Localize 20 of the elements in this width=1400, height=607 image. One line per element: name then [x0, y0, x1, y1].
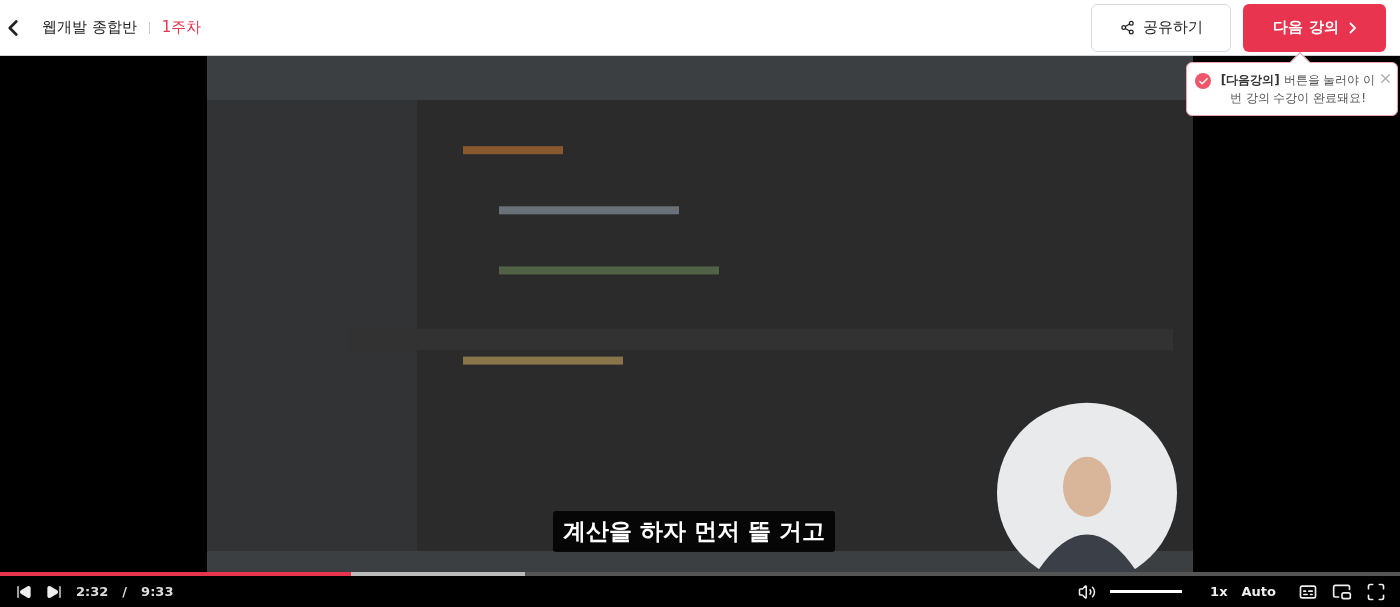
volume-icon[interactable]: [1078, 582, 1097, 601]
skip-forward-icon[interactable]: [46, 583, 62, 600]
week-label: 1주차: [161, 18, 202, 37]
current-time: 2:32: [76, 584, 109, 599]
course-title: 웹개발 종합반: [42, 18, 137, 37]
speed-button[interactable]: 1x: [1210, 584, 1228, 599]
share-button[interactable]: 공유하기: [1091, 3, 1231, 52]
progress-track[interactable]: [0, 572, 1400, 576]
skip-back-icon[interactable]: [16, 583, 32, 600]
fullscreen-icon[interactable]: [1366, 581, 1386, 602]
volume-slider[interactable]: [1110, 590, 1183, 593]
tooltip-message: [다음강의] 버튼을 눌러야 이번 강의 수강이 완료돼요!: [1219, 72, 1377, 107]
share-icon: [1119, 20, 1135, 35]
duration: 9:33: [141, 584, 174, 599]
chevron-right-icon: [1348, 21, 1356, 34]
check-icon: [1195, 73, 1211, 89]
time-separator: /: [122, 584, 128, 599]
quality-button[interactable]: Auto: [1241, 584, 1276, 599]
subtitle: 계산을 하자 먼저 뜰 거고: [553, 511, 836, 552]
next-lecture-button[interactable]: 다음 강의: [1243, 3, 1386, 52]
